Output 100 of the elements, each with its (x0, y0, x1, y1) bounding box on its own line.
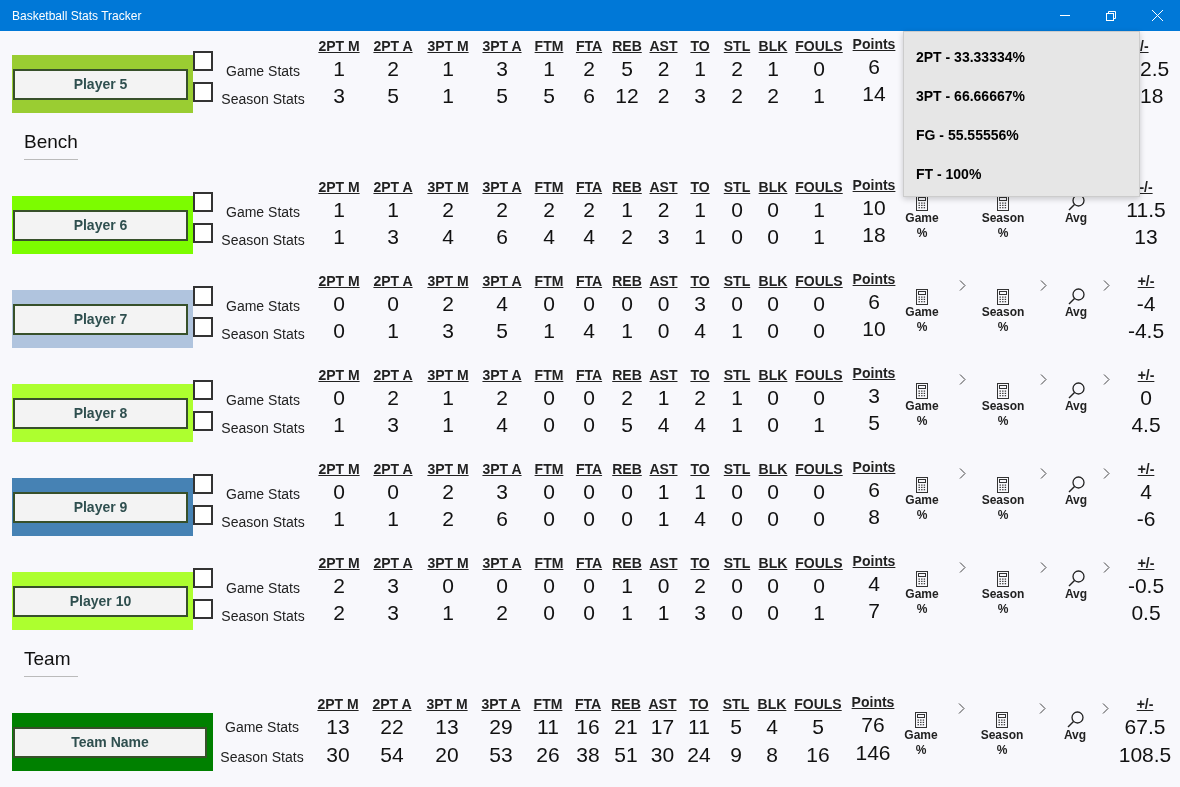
stat-value: 0 (731, 600, 743, 626)
calculator-icon (916, 195, 928, 211)
player-button[interactable]: Team Name (13, 726, 207, 758)
stat-value: 24 (687, 742, 711, 768)
stat-value: 4 (694, 506, 706, 532)
plus-minus-value: 67.5 (1124, 714, 1166, 740)
stat-value: 0 (813, 385, 825, 411)
stat-value: 3 (657, 224, 670, 250)
stat-value: 0 (621, 506, 633, 532)
stat-value: 0 (813, 56, 825, 82)
calculator-icon (997, 571, 1009, 587)
chevron-icon (958, 374, 966, 385)
stat-value: 0 (543, 291, 555, 317)
stat-value: 1 (657, 385, 670, 411)
stats-button[interactable]: Avg (1061, 366, 1091, 442)
column-header: AST (649, 460, 678, 478)
column-header: TO (690, 178, 710, 196)
percentage-item[interactable]: FG - 55.55556% (916, 126, 1127, 144)
checkbox[interactable] (193, 286, 213, 306)
column-header: 3PT A (482, 366, 522, 384)
column-header: 2PT M (318, 366, 360, 384)
stats-button[interactable]: Season % (980, 695, 1024, 773)
stat-value: 1 (387, 197, 399, 223)
stat-value: 11 (537, 714, 559, 740)
points-value: 10 (862, 316, 886, 342)
percentage-item[interactable]: 3PT - 66.66667% (916, 87, 1127, 105)
column-header: FOULS (795, 366, 843, 384)
stat-value: 1 (387, 318, 399, 344)
checkbox[interactable] (193, 568, 213, 588)
chevron-icon (1039, 280, 1047, 291)
chevron-icon (957, 703, 965, 714)
stats-button[interactable]: Avg (1060, 695, 1090, 773)
column-header: 2PT A (373, 460, 413, 478)
checkbox[interactable] (193, 599, 213, 619)
percentage-item[interactable]: 2PT - 33.33334% (916, 48, 1127, 66)
stat-value: 0 (583, 600, 595, 626)
stat-value: 4 (442, 224, 454, 250)
stat-value: 0 (767, 291, 779, 317)
player-button[interactable]: Player 5 (13, 68, 188, 100)
checkbox[interactable] (193, 82, 213, 102)
stats-button[interactable]: Game % (900, 695, 942, 773)
column-header: 2PT M (318, 272, 360, 290)
stats-button[interactable]: Season % (981, 366, 1025, 442)
stats-button[interactable]: Game % (901, 272, 943, 348)
stat-value: 0 (543, 600, 555, 626)
stat-value: 12 (615, 83, 639, 109)
chevron-icon (1039, 468, 1047, 479)
window-title: Basketball Stats Tracker (12, 8, 143, 23)
column-header: +/- (1137, 554, 1155, 572)
checkbox[interactable] (193, 317, 213, 337)
stat-value: 0 (543, 412, 555, 438)
stat-value: 3 (694, 291, 706, 317)
checkbox[interactable] (193, 380, 213, 400)
column-header: REB (612, 460, 642, 478)
stats-button[interactable]: Season % (981, 272, 1025, 348)
stats-button[interactable]: Season % (981, 460, 1025, 536)
column-header: STL (723, 366, 751, 384)
stats-button[interactable]: Season % (981, 554, 1025, 630)
column-header: TO (689, 695, 709, 713)
column-header: BLK (758, 178, 788, 196)
player-button[interactable]: Player 10 (13, 585, 188, 617)
chevron-icon (1102, 562, 1110, 573)
stats-button[interactable]: Game % (901, 460, 943, 536)
player-button[interactable]: Player 6 (13, 209, 188, 241)
player-button[interactable]: Player 9 (13, 491, 188, 523)
checkbox[interactable] (193, 505, 213, 525)
stats-button[interactable]: Game % (901, 366, 943, 442)
stat-value: 5 (730, 714, 742, 740)
checkbox[interactable] (193, 192, 213, 212)
column-header: FTM (534, 554, 564, 572)
stat-value: 1 (621, 197, 633, 223)
player-button[interactable]: Player 8 (13, 397, 188, 429)
stat-value: 2 (543, 197, 555, 223)
stat-value: 16 (576, 714, 600, 740)
checkbox[interactable] (193, 474, 213, 494)
stats-button[interactable]: Avg (1061, 554, 1091, 630)
stats-button[interactable]: Avg (1061, 460, 1091, 536)
stat-value: 0 (442, 573, 454, 599)
column-header: Points (852, 458, 896, 476)
stat-value: 5 (621, 412, 633, 438)
stat-value: 1 (442, 83, 454, 109)
stat-value: 1 (731, 385, 743, 411)
stat-value: 2 (442, 506, 454, 532)
stats-button[interactable]: Avg (1061, 272, 1091, 348)
player-button[interactable]: Player 7 (13, 303, 188, 335)
column-header: 3PT A (481, 695, 521, 713)
column-header: AST (648, 695, 677, 713)
stats-button[interactable]: Game % (901, 554, 943, 630)
checkbox[interactable] (193, 411, 213, 431)
stat-value: 2 (657, 197, 670, 223)
checkbox[interactable] (193, 51, 213, 71)
stat-value: 1 (333, 412, 345, 438)
column-header: STL (723, 178, 751, 196)
column-header: 2PT A (373, 366, 413, 384)
plus-minus-value: 2.5 (1140, 56, 1170, 82)
plus-minus-value: 18 (1140, 83, 1164, 109)
checkbox[interactable] (193, 223, 213, 243)
stat-value: 0 (731, 291, 743, 317)
points-value: 146 (855, 740, 891, 766)
stat-value: 2 (657, 83, 670, 109)
